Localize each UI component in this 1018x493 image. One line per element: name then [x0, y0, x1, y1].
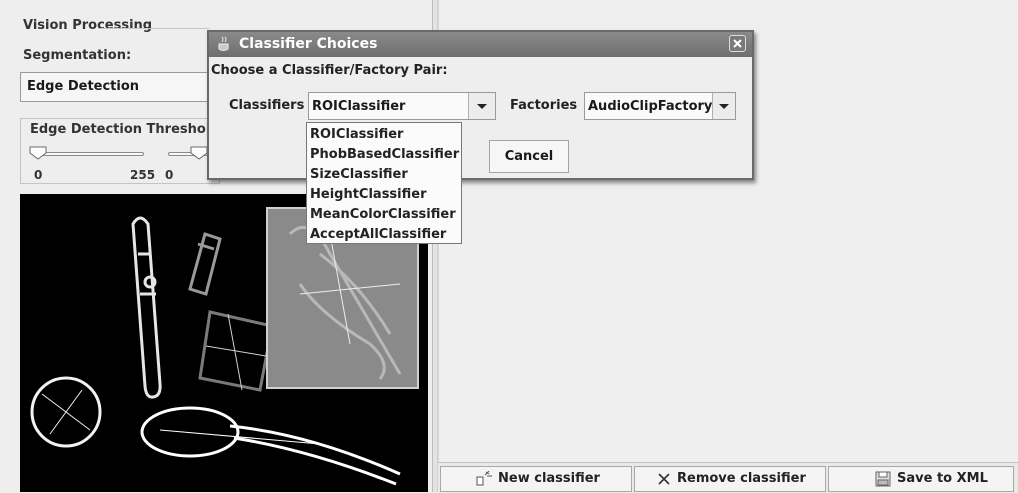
factory-dropdown-arrow[interactable] [712, 93, 735, 119]
slider-min-label: 0 [34, 168, 43, 182]
segmentation-label: Segmentation: [23, 48, 132, 63]
classifier-dropdown-arrow[interactable] [468, 93, 495, 119]
close-button[interactable] [729, 35, 746, 52]
section-title: Vision Processing [23, 18, 153, 33]
classifier-option[interactable]: PhobBasedClassifier [310, 145, 461, 165]
group-border [100, 28, 210, 29]
classifier-option[interactable]: HeightClassifier [310, 185, 461, 205]
classifier-options-list: ROIClassifier PhobBasedClassifier SizeCl… [306, 122, 462, 244]
slider-thumb-low[interactable] [29, 146, 47, 160]
threshold-title: Edge Detection Threshold [28, 122, 222, 137]
classifier-option[interactable]: SizeClassifier [310, 165, 461, 185]
classifier-option[interactable]: ROIClassifier [310, 125, 461, 145]
factory-selected: AudioClipFactory [588, 99, 713, 114]
save-to-xml-label: Save to XML [897, 471, 988, 486]
classifier-selected: ROIClassifier [312, 99, 406, 114]
classifier-option[interactable]: MeanColorClassifier [310, 205, 461, 225]
factories-label: Factories [510, 98, 578, 113]
cancel-button[interactable]: Cancel [489, 140, 569, 173]
slider2-min-label: 0 [165, 168, 174, 182]
dialog-titlebar[interactable]: Classifier Choices [209, 32, 752, 57]
floppy-disk-icon [875, 471, 891, 487]
remove-x-icon [658, 473, 670, 485]
java-cup-icon [218, 36, 229, 51]
chevron-down-icon [477, 104, 487, 109]
dialog-prompt: Choose a Classifier/Factory Pair: [211, 63, 448, 78]
segmentation-value: Edge Detection [27, 79, 140, 94]
remove-classifier-button[interactable]: Remove classifier [634, 466, 826, 492]
classifiers-label: Classifiers [229, 98, 305, 113]
new-classifier-label: New classifier [498, 471, 600, 486]
save-to-xml-button[interactable]: Save to XML [828, 466, 1014, 492]
classifier-dropdown[interactable]: ROIClassifier [308, 92, 496, 120]
dialog-title: Classifier Choices [239, 36, 378, 52]
remove-classifier-label: Remove classifier [677, 471, 806, 486]
new-classifier-button[interactable]: New classifier [440, 466, 632, 492]
chevron-down-icon [719, 104, 729, 109]
slider-thumb-high[interactable] [190, 146, 208, 160]
close-icon [733, 39, 742, 48]
segmentation-combo[interactable]: Edge Detection [20, 72, 210, 102]
slider-max-label: 255 [130, 168, 156, 182]
classifier-choices-dialog: Classifier Choices Choose a Classifier/F… [207, 30, 754, 180]
threshold-slider-low[interactable] [32, 152, 144, 156]
new-classifier-icon [476, 471, 492, 486]
factory-dropdown[interactable]: AudioClipFactory [584, 92, 736, 120]
classifier-option[interactable]: AcceptAllClassifier [310, 225, 461, 245]
